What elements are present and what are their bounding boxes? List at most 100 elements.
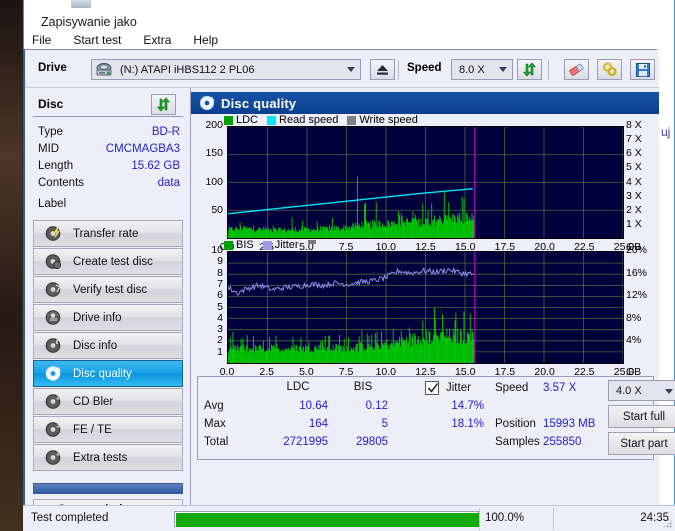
disc-refresh-button[interactable] — [151, 94, 176, 115]
y2-axis-tick: 1 X — [626, 217, 642, 230]
disc-quality-header: Disc quality — [191, 92, 659, 114]
legend-swatch-ldc — [224, 115, 233, 125]
background-window-title: Zapisywanie jako — [41, 15, 137, 29]
legend-swatch-jitter — [262, 240, 272, 250]
speed-label: Speed — [407, 62, 442, 74]
legend-swatch-write-speed — [347, 115, 357, 125]
y-axis-tick: 100 — [205, 175, 223, 188]
progress-bar — [174, 511, 479, 527]
sidebar-item-cd-bler[interactable]: CD Bler — [33, 388, 183, 415]
y-axis-tick: 8 — [217, 266, 223, 279]
status-bar: Test completed 100.0% 24:35 — [23, 505, 675, 531]
sidebar-item-extra-tests[interactable]: Extra tests — [33, 444, 183, 471]
speed-select-value: 8.0 X — [459, 63, 485, 76]
drive-icon — [96, 62, 112, 76]
tools-button[interactable] — [597, 59, 622, 80]
fe-te-icon — [45, 422, 61, 437]
legend-swatch-extra — [307, 240, 316, 244]
sidebar-item-label: Disc info — [73, 339, 118, 352]
sidebar-item-fe-te[interactable]: FE / TE — [33, 416, 183, 443]
tools-icon — [602, 62, 617, 77]
y2-axis-tick: 12% — [626, 289, 648, 302]
y-axis-tick: 1 — [217, 345, 223, 358]
sidebar-item-verify-test-disc[interactable]: Verify test disc — [33, 276, 183, 303]
start-full-button[interactable]: Start full — [608, 405, 675, 428]
y2-axis-tick: 20% — [626, 244, 648, 256]
sidebar-item-label: Verify test disc — [73, 283, 148, 296]
speed-select[interactable]: 8.0 X — [451, 59, 513, 80]
disc-row-contents-value: data — [157, 177, 180, 189]
disc-row-contents: Contents data — [38, 177, 180, 194]
y-axis-tick: 6 — [217, 289, 223, 302]
disc-row-contents-key: Contents — [38, 177, 85, 189]
y-axis-tick: 9 — [217, 255, 223, 268]
sidebar-item-label: Drive info — [73, 311, 122, 324]
drive-select-value: (N:) ATAPI iHBS112 2 PL06 — [120, 63, 255, 76]
y-axis-tick: 7 — [217, 277, 223, 290]
sidebar-item-disc-info[interactable]: Disc info — [33, 332, 183, 359]
y-axis-tick: 4 — [217, 311, 223, 324]
sidebar-item-disc-quality[interactable]: Disc quality — [33, 360, 183, 387]
menu-item-extra[interactable]: Extra — [140, 32, 174, 48]
menubar: File Start test Extra Help — [29, 32, 221, 48]
status-divider — [479, 508, 480, 530]
toolbar-separator — [398, 60, 399, 80]
toolbar-separator — [548, 60, 549, 80]
test-speed-select[interactable]: 4.0 X — [608, 380, 675, 401]
sidebar-item-drive-info[interactable]: Drive info — [33, 304, 183, 331]
legend-label-write-speed: Write speed — [359, 114, 418, 126]
optidrive-main-window: Drive (N:) ATAPI iHBS112 2 PL06 Speed 8.… — [23, 49, 675, 531]
progress-percent: 100.0% — [485, 512, 525, 524]
stats-total-ldc: 2721995 — [283, 436, 328, 448]
disc-row-mid: MID CMCMAGBA3 — [38, 143, 180, 160]
y2-axis-tick: 2 X — [626, 203, 642, 216]
sidebar-item-transfer-rate[interactable]: Transfer rate — [33, 220, 183, 247]
stats-speed-label: Speed — [495, 382, 529, 394]
stats-max-jitter: 18.1% — [451, 418, 484, 430]
disc-row-type-key: Type — [38, 126, 63, 138]
background-window-clipped-text: uj — [661, 125, 671, 139]
start-part-button[interactable]: Start part — [608, 432, 675, 455]
refresh-icon — [156, 97, 170, 112]
cd-bler-icon — [45, 394, 61, 409]
x-axis-unit: GB — [626, 241, 642, 253]
sidebar-item-label: Extra tests — [73, 451, 128, 464]
stats-position-value: 15993 MB — [543, 418, 596, 430]
stats-avg-jitter: 14.7% — [451, 400, 484, 412]
eraser-icon — [569, 63, 584, 76]
sidebar-item-label: Transfer rate — [73, 227, 139, 240]
chevron-down-icon — [347, 66, 355, 72]
y-axis-tick: 50 — [211, 203, 223, 216]
save-button[interactable] — [630, 59, 655, 80]
y-axis-tick: 150 — [205, 147, 223, 160]
menu-item-help[interactable]: Help — [190, 32, 221, 48]
sidebar-item-create-test-disc[interactable]: Create test disc — [33, 248, 183, 275]
resize-grip-icon[interactable] — [662, 518, 672, 528]
stats-position-label: Position — [495, 418, 536, 430]
erase-button[interactable] — [564, 59, 589, 80]
background-window-icon — [71, 0, 91, 8]
stats-avg-ldc: 10.64 — [299, 400, 328, 412]
legend-label-bis: BIS — [236, 239, 254, 251]
disc-section-header: Disc — [33, 93, 183, 117]
disc-label-row: Label — [38, 198, 78, 215]
progress-bar-fill — [176, 513, 479, 527]
y2-axis-tick: 4 X — [626, 175, 642, 188]
stats-row-avg: Avg — [204, 400, 224, 412]
legend-entry-read-speed: Read speed — [267, 114, 338, 126]
y2-axis-tick: 8 X — [626, 119, 642, 131]
sidebar-item-label: FE / TE — [73, 423, 112, 436]
menu-item-start-test[interactable]: Start test — [70, 32, 124, 48]
content-panel: Disc quality LDC Read speed Write speed … — [190, 88, 675, 531]
refresh-button[interactable] — [517, 59, 542, 80]
sidebar-scrollbar[interactable] — [33, 483, 183, 494]
menu-item-file[interactable]: File — [29, 32, 54, 48]
eject-button[interactable] — [370, 59, 395, 80]
drive-select[interactable]: (N:) ATAPI iHBS112 2 PL06 — [91, 59, 361, 80]
jitter-checkbox[interactable] — [425, 381, 439, 395]
legend-entry-ldc: LDC — [224, 114, 258, 126]
test-speed-value: 4.0 X — [616, 384, 642, 397]
legend-swatch-bis — [224, 240, 233, 250]
elapsed-time: 24:35 — [640, 512, 669, 524]
disc-quality-ldc-chart — [227, 126, 624, 239]
